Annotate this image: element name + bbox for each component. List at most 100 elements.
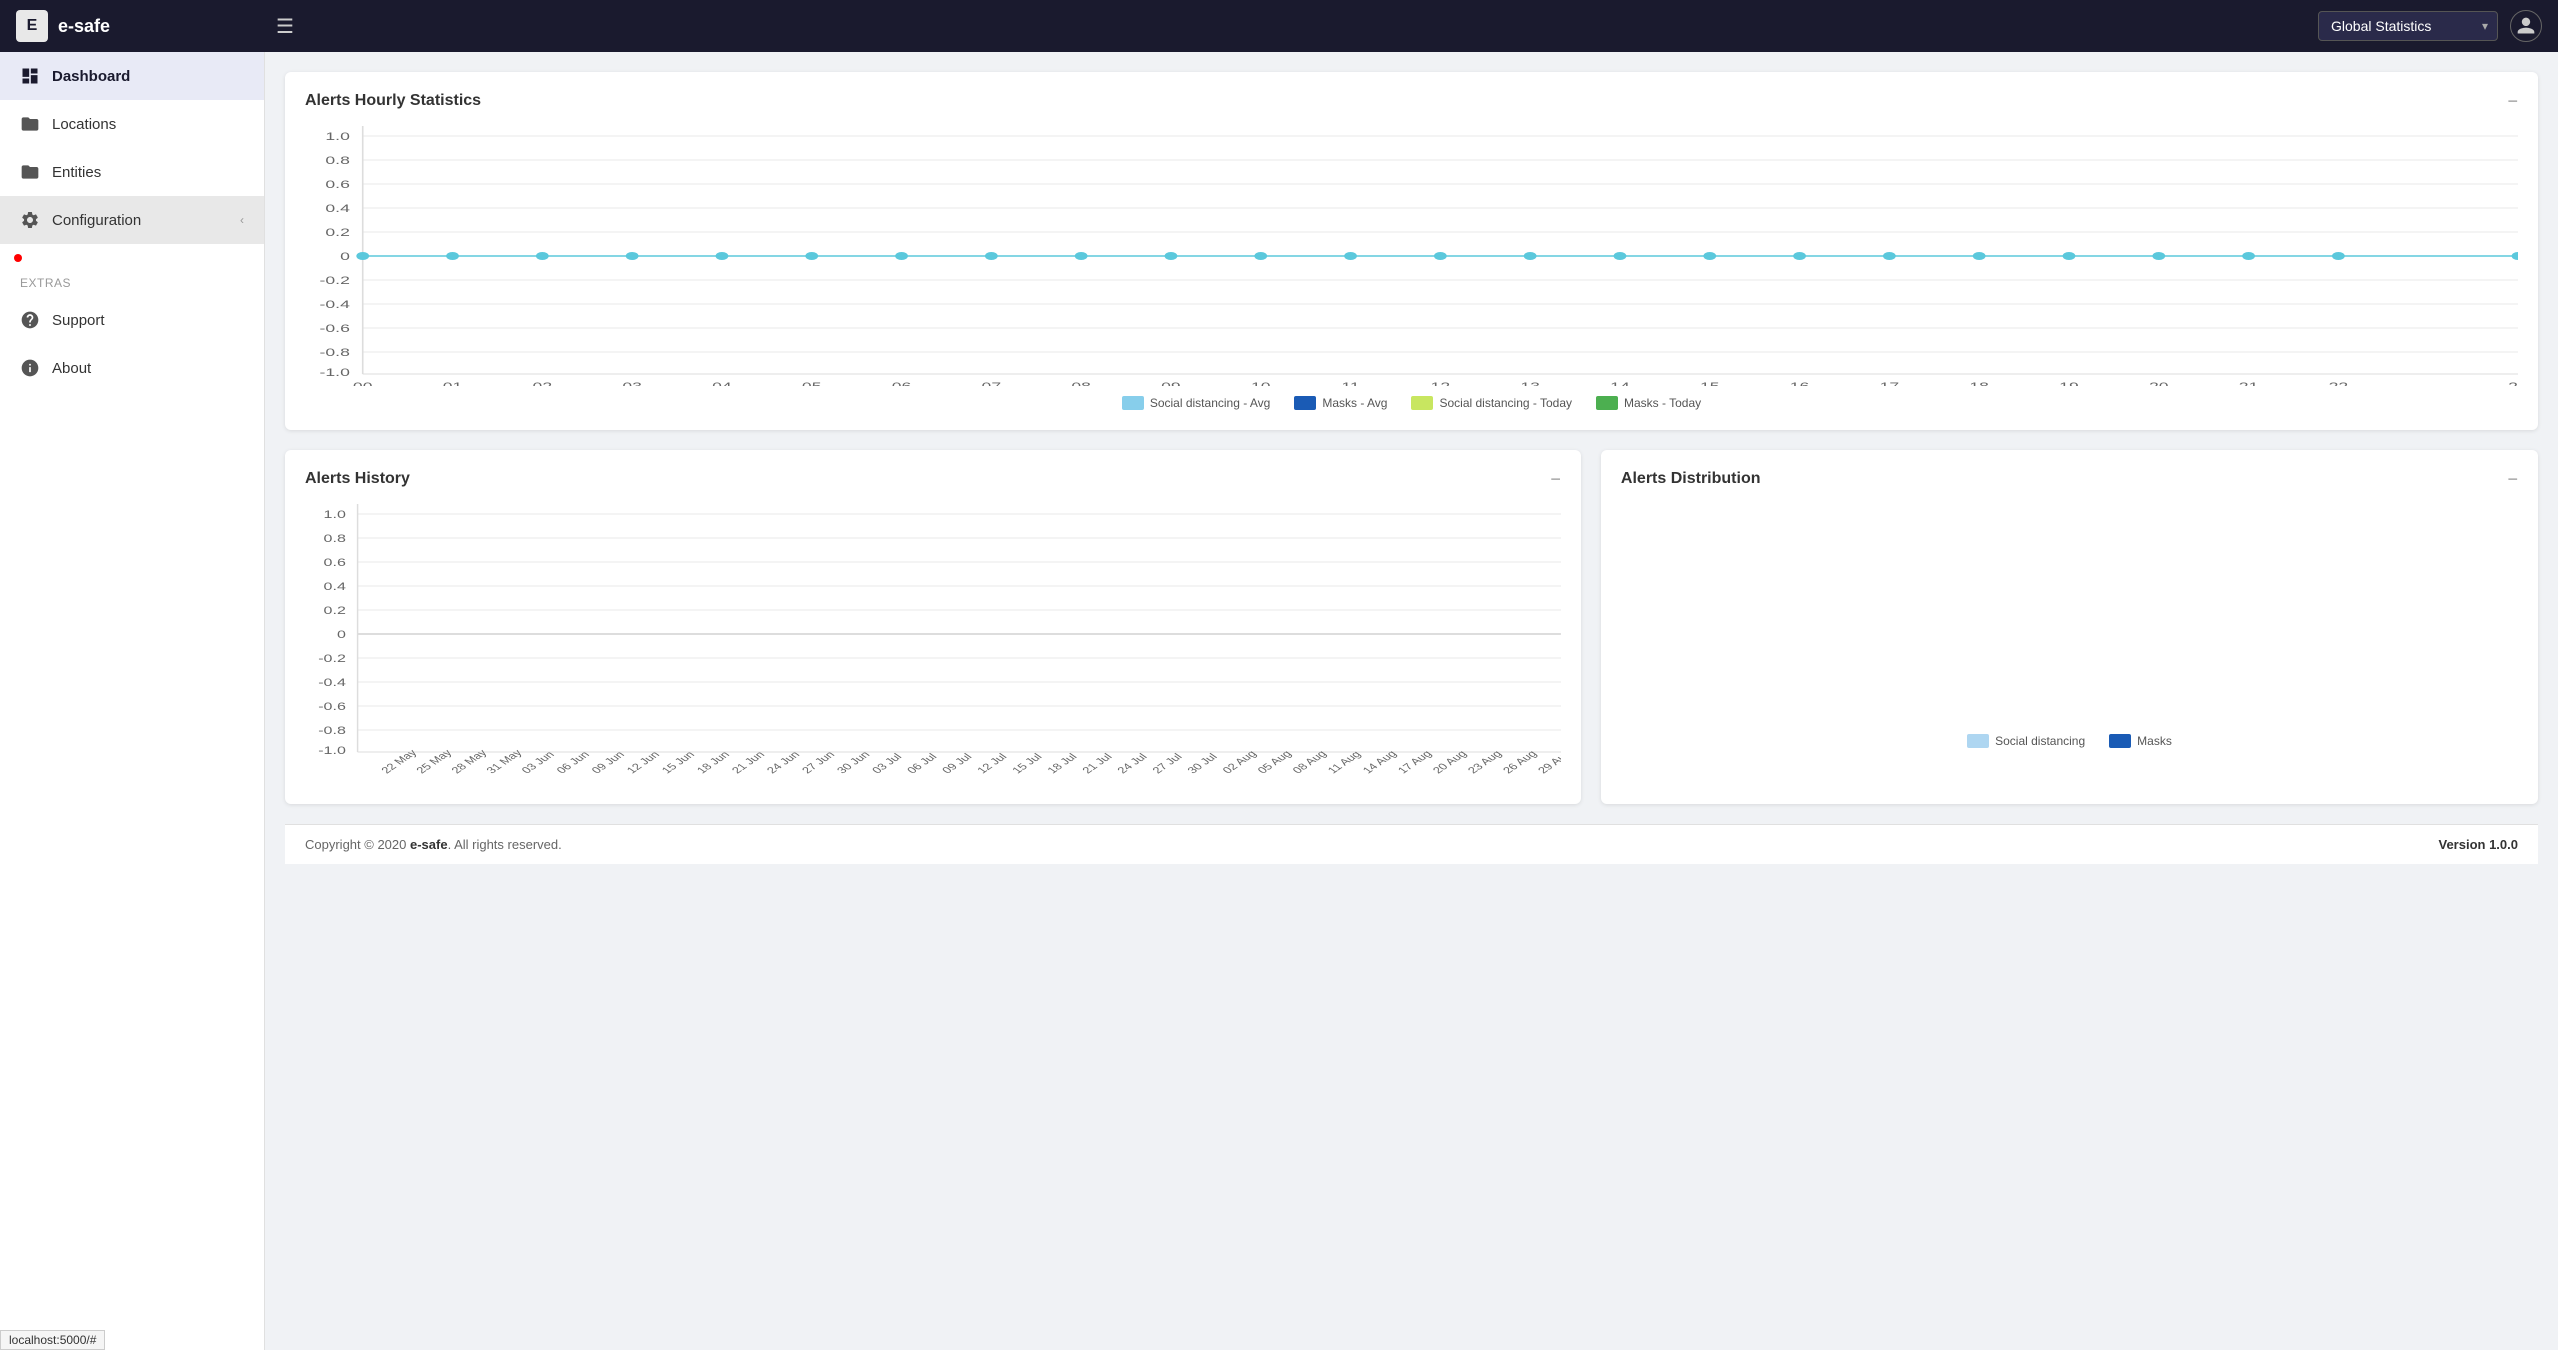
svg-text:23 Aug: 23 Aug (1466, 749, 1505, 776)
svg-text:0.2: 0.2 (325, 227, 350, 239)
svg-text:0.8: 0.8 (324, 532, 347, 544)
brand: E e-safe (16, 10, 276, 42)
support-icon (20, 310, 40, 330)
sidebar-item-locations[interactable]: Locations (0, 100, 264, 148)
svg-text:-0.6: -0.6 (320, 323, 350, 335)
hourly-chart-svg: 1.0 0.8 0.6 0.4 0.2 0 -0.2 -0.4 -0.6 -0.… (305, 126, 2518, 386)
footer-brand-link[interactable]: e-safe (410, 837, 448, 852)
distribution-chart-header: Alerts Distribution − (1621, 470, 2518, 488)
svg-text:12 Jun: 12 Jun (625, 750, 663, 776)
svg-text:0.6: 0.6 (324, 556, 347, 568)
svg-text:0: 0 (340, 251, 350, 263)
svg-text:-0.8: -0.8 (320, 347, 350, 359)
svg-text:-0.4: -0.4 (320, 299, 350, 311)
svg-text:20: 20 (2149, 381, 2169, 386)
svg-text:0.2: 0.2 (324, 604, 346, 616)
global-stats-select[interactable]: Global Statistics Location 1 Location 2 (2318, 11, 2498, 41)
history-minimize-button[interactable]: − (1550, 470, 1561, 488)
bottom-row: Alerts History − 1.0 0.8 0.6 0.4 0.2 0 -… (285, 450, 2538, 824)
svg-text:27 Jul: 27 Jul (1150, 752, 1185, 776)
legend-color-sd-avg (1122, 396, 1144, 410)
svg-text:29 Aug: 29 Aug (1536, 749, 1561, 776)
sidebar-item-configuration[interactable]: Configuration ‹ (0, 196, 264, 244)
svg-text:-0.8: -0.8 (318, 724, 346, 736)
svg-text:1.0: 1.0 (325, 131, 350, 143)
hourly-chart-container: 1.0 0.8 0.6 0.4 0.2 0 -0.2 -0.4 -0.6 -0.… (305, 126, 2518, 386)
legend-color-sd-today (1411, 396, 1433, 410)
sidebar-item-about[interactable]: About (0, 344, 264, 392)
svg-text:18 Jun: 18 Jun (695, 750, 733, 776)
sidebar-item-entities[interactable]: Entities (0, 148, 264, 196)
svg-text:09 Jun: 09 Jun (590, 750, 628, 776)
hourly-chart-title: Alerts Hourly Statistics (305, 92, 481, 110)
svg-text:15 Jul: 15 Jul (1010, 752, 1045, 776)
sidebar: Dashboard Locations Entities Configurati… (0, 52, 265, 1350)
svg-text:-0.4: -0.4 (318, 676, 346, 688)
svg-text:02 Aug: 02 Aug (1221, 749, 1260, 776)
svg-text:10: 10 (1251, 381, 1271, 386)
svg-text:20 Aug: 20 Aug (1431, 749, 1470, 776)
hourly-minimize-button[interactable]: − (2507, 92, 2518, 110)
svg-text:12: 12 (1431, 381, 1451, 386)
svg-text:1.0: 1.0 (324, 508, 347, 520)
entities-folder-icon (20, 162, 40, 182)
footer-version: Version 1.0.0 (2439, 837, 2519, 852)
svg-text:18: 18 (1969, 381, 1989, 386)
legend-item-sd: Social distancing (1967, 734, 2085, 748)
svg-text:30 Jun: 30 Jun (835, 750, 873, 776)
footer: Copyright © 2020 e-safe. All rights rese… (285, 824, 2538, 864)
svg-text:09: 09 (1161, 381, 1181, 386)
sidebar-item-label: Dashboard (52, 68, 130, 85)
svg-text:08: 08 (1071, 381, 1091, 386)
svg-text:21 Jul: 21 Jul (1080, 752, 1115, 776)
svg-text:19: 19 (2059, 381, 2079, 386)
url-bar: localhost:5000/# (0, 1330, 105, 1350)
sidebar-item-dashboard[interactable]: Dashboard (0, 52, 264, 100)
svg-text:22: 22 (2329, 381, 2349, 386)
legend-color-masks (2109, 734, 2131, 748)
svg-text:07: 07 (982, 381, 1002, 386)
navbar: E e-safe ☰ Global Statistics Location 1 … (0, 0, 2558, 52)
svg-text:-1.0: -1.0 (318, 744, 346, 756)
hourly-chart-header: Alerts Hourly Statistics − (305, 92, 2518, 110)
legend-item-sd-today: Social distancing - Today (1411, 396, 1572, 410)
brand-logo: E (16, 10, 48, 42)
sidebar-item-support[interactable]: Support (0, 296, 264, 344)
legend-label-masks: Masks (2137, 734, 2172, 748)
main-content: Alerts Hourly Statistics − 1.0 0.8 0.6 0… (265, 52, 2558, 1350)
menu-toggle-button[interactable]: ☰ (276, 14, 294, 39)
history-chart-header: Alerts History − (305, 470, 1561, 488)
footer-copyright: Copyright © 2020 e-safe. All rights rese… (305, 837, 562, 852)
hourly-chart-legend: Social distancing - Avg Masks - Avg Soci… (305, 396, 2518, 410)
svg-text:13: 13 (1520, 381, 1540, 386)
user-icon[interactable] (2510, 10, 2542, 42)
svg-text:-1.0: -1.0 (320, 367, 350, 379)
legend-item-masks: Masks (2109, 734, 2172, 748)
settings-icon (20, 210, 40, 230)
history-chart-container: 1.0 0.8 0.6 0.4 0.2 0 -0.2 -0.4 -0.6 -0.… (305, 504, 1561, 784)
legend-label-masks-today: Masks - Today (1624, 396, 1701, 410)
svg-text:30 Jul: 30 Jul (1185, 752, 1220, 776)
legend-label-sd-avg: Social distancing - Avg (1150, 396, 1271, 410)
svg-text:-0.2: -0.2 (320, 275, 350, 287)
svg-text:0: 0 (337, 628, 346, 640)
svg-text:24 Jul: 24 Jul (1115, 752, 1150, 776)
notification-area (0, 244, 264, 264)
legend-color-masks-today (1596, 396, 1618, 410)
distribution-minimize-button[interactable]: − (2507, 470, 2518, 488)
svg-text:0.4: 0.4 (325, 203, 350, 215)
svg-text:-0.2: -0.2 (318, 652, 346, 664)
svg-text:08 Aug: 08 Aug (1291, 749, 1330, 776)
legend-label-sd: Social distancing (1995, 734, 2085, 748)
distribution-chart-area (1621, 504, 2518, 724)
svg-text:14: 14 (1610, 381, 1630, 386)
legend-item-masks-today: Masks - Today (1596, 396, 1701, 410)
sidebar-item-label: Support (52, 312, 105, 329)
svg-text:11: 11 (1341, 381, 1359, 386)
layout: Dashboard Locations Entities Configurati… (0, 52, 2558, 1350)
svg-text:0.6: 0.6 (325, 179, 350, 191)
svg-text:15: 15 (1700, 381, 1720, 386)
svg-text:06: 06 (892, 381, 912, 386)
legend-label-masks-avg: Masks - Avg (1322, 396, 1387, 410)
legend-item-masks-avg: Masks - Avg (1294, 396, 1387, 410)
